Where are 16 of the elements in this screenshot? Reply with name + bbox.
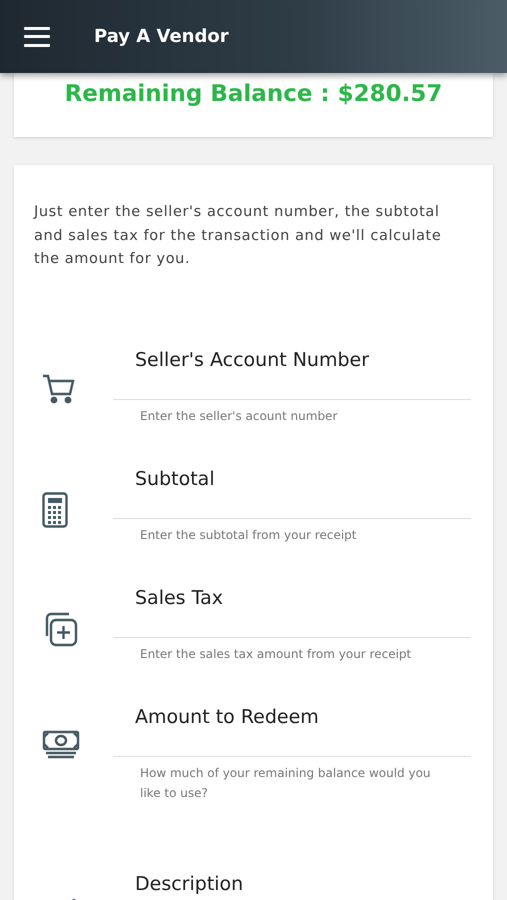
input-field[interactable]: Description — [113, 872, 471, 900]
helper-text: How much of your remaining balance would you like to use? — [139, 764, 432, 802]
money-icon — [42, 730, 80, 760]
page-title: Pay A Vendor — [94, 26, 229, 47]
calculator-icon — [42, 492, 68, 528]
helper-text: Enter the subtotal from your receipt — [139, 526, 358, 544]
input-field[interactable]: Sales Tax — [113, 586, 471, 638]
remaining-balance: Remaining Balance : $280.57 — [64, 81, 442, 107]
input-field[interactable]: Seller's Account Number — [113, 348, 471, 400]
helper-text: Enter the seller's acount number — [139, 408, 338, 424]
helper-text: Enter the sales tax amount from your receipt — [139, 646, 412, 662]
input-field[interactable]: Subtotal — [113, 468, 471, 518]
cart-icon — [42, 372, 76, 404]
menu-icon[interactable] — [24, 26, 50, 46]
intro-text: Just enter the seller's account number, the subtotal and sales tax for the transaction and we'll calculate the amount for you. — [34, 203, 442, 269]
input-field[interactable]: Amount to Redeem — [113, 706, 471, 756]
